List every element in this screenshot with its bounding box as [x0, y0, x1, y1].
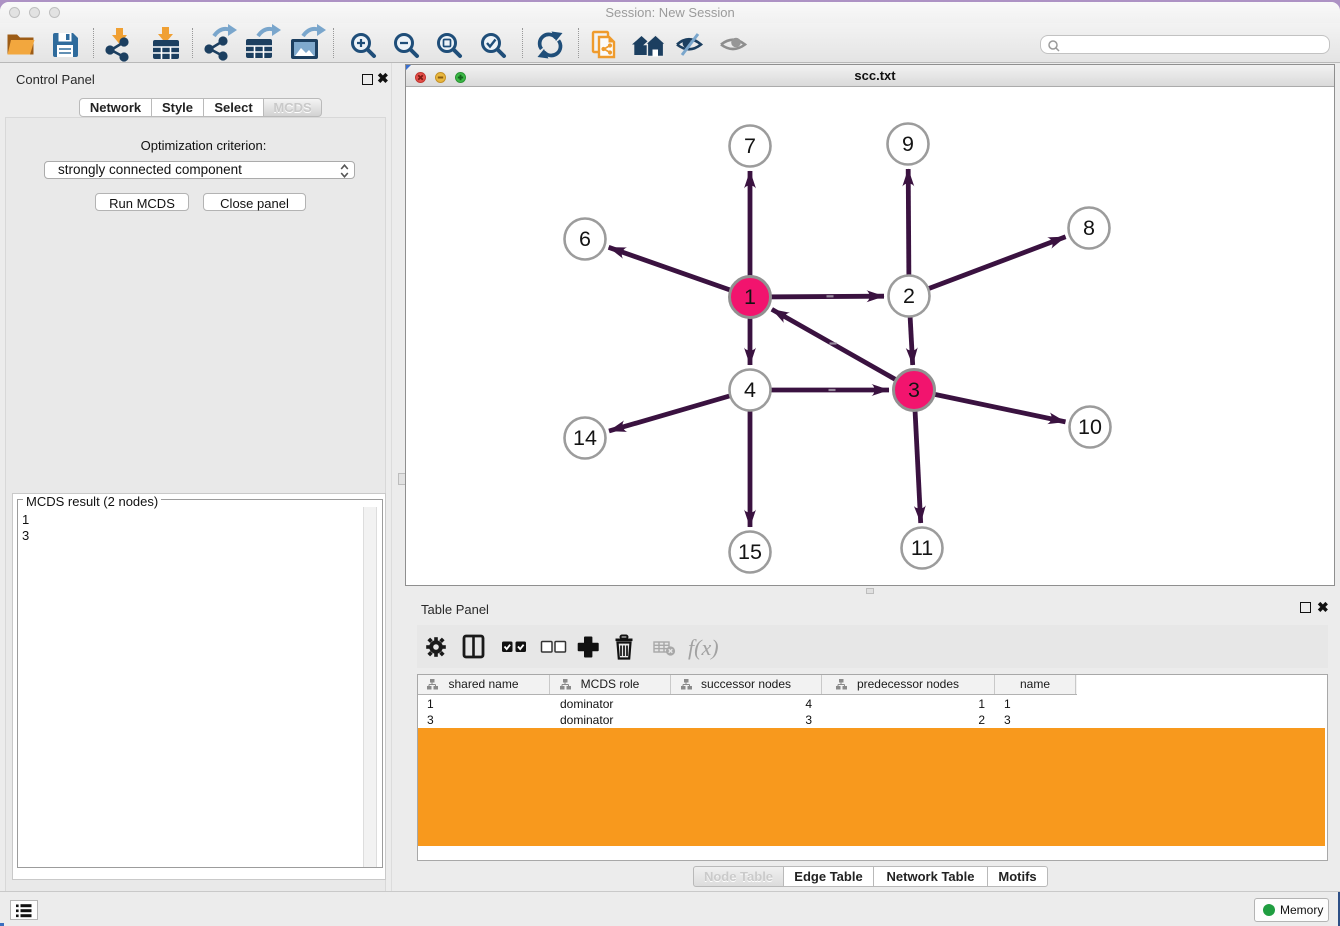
svg-text:8: 8	[1083, 216, 1095, 240]
svg-text:2: 2	[903, 284, 915, 308]
svg-text:7: 7	[744, 134, 756, 158]
svg-text:3: 3	[908, 378, 920, 402]
svg-text:15: 15	[738, 540, 762, 564]
svg-text:1: 1	[744, 285, 756, 309]
svg-text:14: 14	[573, 426, 597, 450]
svg-text:11: 11	[911, 536, 933, 560]
svg-text:9: 9	[902, 132, 914, 156]
svg-text:f(x): f(x)	[688, 635, 719, 660]
svg-text:6: 6	[579, 227, 591, 251]
svg-text:4: 4	[744, 378, 756, 402]
svg-text:10: 10	[1078, 415, 1102, 439]
